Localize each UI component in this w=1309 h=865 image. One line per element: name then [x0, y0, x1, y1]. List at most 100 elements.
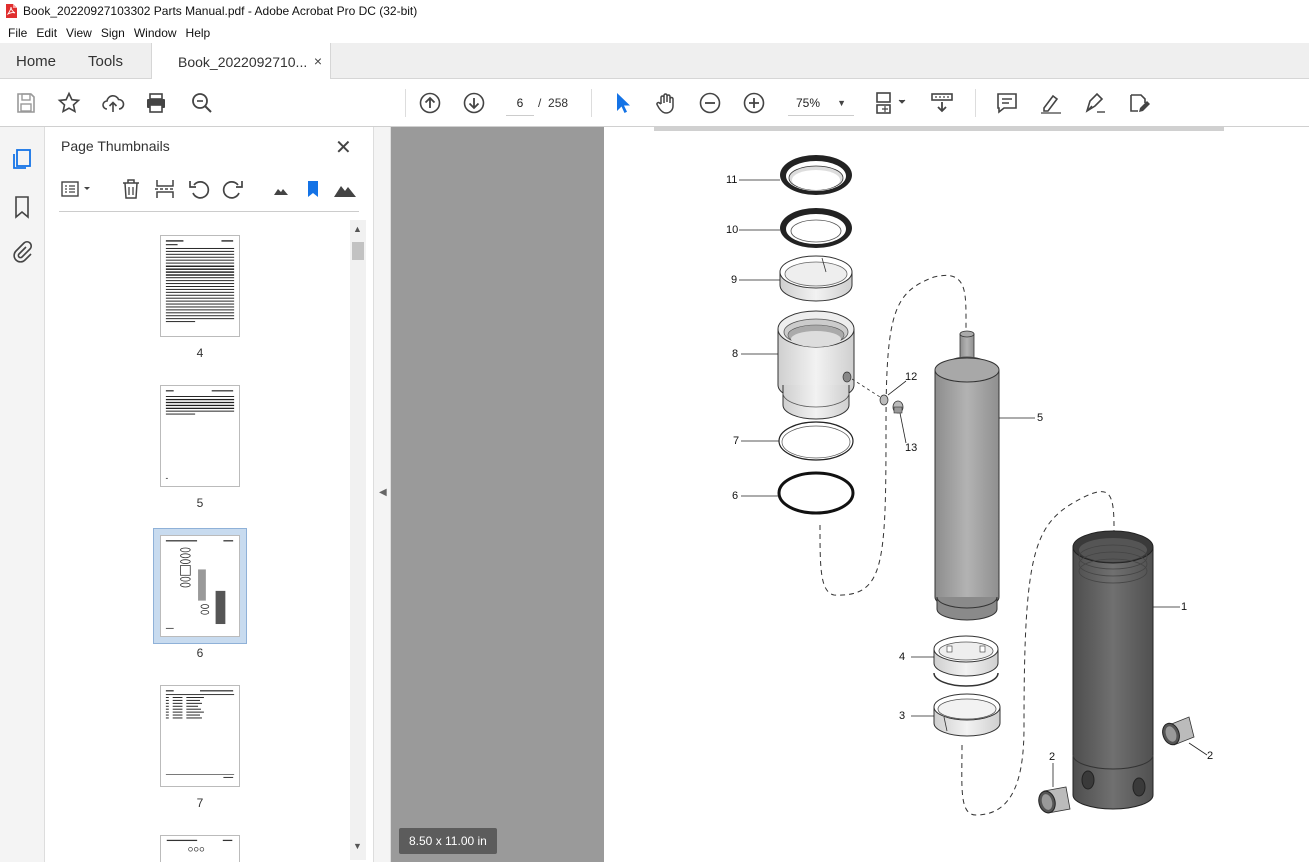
title-bar: Book_20220927103302 Parts Manual.pdf - A…	[0, 0, 1309, 22]
zoom-value: 75%	[796, 96, 821, 110]
callout-9: 9	[731, 274, 737, 286]
scroll-down-icon[interactable]: ▼	[353, 841, 362, 851]
hand-icon[interactable]	[654, 91, 678, 115]
part-12	[879, 394, 889, 406]
part-9	[779, 255, 853, 302]
tab-tools[interactable]: Tools	[88, 43, 123, 79]
thumbnails-panel: Page Thumbnails ✕ 4 5 6 7	[45, 127, 373, 862]
tab-bar: Home Tools Book_2022092710... ×	[0, 43, 1309, 80]
part-2	[1038, 786, 1071, 814]
panel-divider	[59, 211, 359, 212]
part-11	[780, 155, 852, 195]
callout-3: 3	[899, 710, 905, 722]
current-page-input[interactable]: 6	[506, 90, 534, 116]
thumbnail-label-7-text: 7	[196, 796, 204, 810]
callout-10: 10	[726, 224, 738, 236]
menu-window[interactable]: Window	[134, 26, 177, 40]
bookmark-blue-icon[interactable]	[301, 177, 325, 201]
callout-2a: 2	[1207, 750, 1213, 762]
delete-icon[interactable]	[119, 177, 143, 201]
scrollbar-thumb[interactable]	[352, 242, 364, 260]
scroll-up-icon[interactable]: ▲	[353, 224, 362, 234]
zoom-in-icon[interactable]	[742, 91, 766, 115]
upload-icon[interactable]	[101, 91, 125, 115]
page-total: / 258	[538, 90, 568, 116]
attachment-icon[interactable]	[10, 240, 34, 264]
highlight-icon[interactable]	[1039, 91, 1063, 115]
part-5	[934, 330, 1000, 621]
options-menu-icon[interactable]	[59, 177, 95, 201]
panel-title: Page Thumbnails	[61, 138, 170, 154]
comment-icon[interactable]	[995, 91, 1019, 115]
collapse-panel-icon[interactable]: ◀	[379, 487, 387, 498]
sign-icon[interactable]	[1083, 91, 1107, 115]
chevron-down-icon: ▼	[837, 98, 846, 108]
scroll-mode-icon[interactable]	[930, 91, 954, 115]
part-6	[777, 471, 855, 515]
select-arrow-icon[interactable]	[610, 91, 634, 115]
thumbnail-page-8[interactable]	[160, 835, 240, 862]
thumbnail-label-7: 7	[45, 796, 350, 810]
pdf-page: 11 10 9 8 12 13 7 6 5 4 3 1 2 2	[604, 127, 1309, 862]
page-down-icon[interactable]	[462, 91, 486, 115]
part-1	[1072, 530, 1154, 810]
rotate-left-icon[interactable]	[187, 177, 211, 201]
thumbnail-page-6[interactable]	[160, 535, 240, 637]
fit-page-icon[interactable]	[874, 91, 908, 115]
toolbar-separator	[975, 89, 976, 117]
page-thumbnails-icon[interactable]	[10, 147, 34, 171]
part-13	[892, 400, 904, 414]
callout-13: 13	[905, 442, 917, 454]
bookmark-icon[interactable]	[10, 195, 34, 219]
part-3	[933, 693, 1001, 737]
menu-file[interactable]: File	[8, 26, 27, 40]
close-icon[interactable]: ✕	[335, 135, 352, 160]
print-icon[interactable]	[144, 91, 168, 115]
thumbnail-page-4[interactable]	[160, 235, 240, 337]
mountain-small-icon[interactable]	[269, 177, 293, 201]
part-8	[777, 310, 855, 420]
edit-pdf-icon[interactable]	[1127, 91, 1151, 115]
tab-document[interactable]: Book_2022092710... ×	[151, 43, 331, 80]
callout-8: 8	[732, 348, 738, 360]
part-2	[1162, 716, 1195, 746]
page-up-icon[interactable]	[418, 91, 442, 115]
tab-close-button[interactable]: ×	[314, 53, 322, 69]
menu-view[interactable]: View	[66, 26, 92, 40]
tab-home[interactable]: Home	[16, 43, 56, 79]
thumbnail-page-5[interactable]	[160, 385, 240, 487]
part-10	[780, 208, 852, 248]
search-zoom-icon[interactable]	[190, 91, 214, 115]
thumbnail-page-7[interactable]	[160, 685, 240, 787]
left-rail	[0, 127, 45, 862]
callout-12: 12	[905, 371, 917, 383]
panel-splitter[interactable]: ◀	[373, 127, 391, 862]
thumbnail-label-6: 6	[196, 646, 204, 660]
callout-7: 7	[733, 435, 739, 447]
part-7	[778, 421, 854, 461]
save-icon[interactable]	[14, 91, 38, 115]
panel-toolbar	[59, 175, 359, 203]
menu-help[interactable]: Help	[186, 26, 211, 40]
callout-5: 5	[1037, 412, 1043, 424]
star-icon[interactable]	[57, 91, 81, 115]
menu-sign[interactable]: Sign	[101, 26, 125, 40]
window-title: Book_20220927103302 Parts Manual.pdf - A…	[23, 4, 418, 18]
menu-edit[interactable]: Edit	[36, 26, 57, 40]
toolbar-separator	[405, 89, 406, 117]
zoom-out-icon[interactable]	[698, 91, 722, 115]
extract-pages-icon[interactable]	[153, 177, 177, 201]
thumbnail-label-5: 5	[196, 496, 204, 510]
parts-diagram: 11 10 9 8 12 13 7 6 5 4 3 1 2 2	[726, 155, 1213, 816]
rotate-right-icon[interactable]	[221, 177, 245, 201]
page-total-count: 258	[548, 96, 569, 110]
callout-2b: 2	[1049, 751, 1055, 763]
page-top-rule	[654, 127, 1224, 131]
mountain-large-icon[interactable]	[333, 177, 357, 201]
callout-6: 6	[732, 490, 738, 502]
callout-1: 1	[1181, 601, 1187, 613]
thumbnail-list: 4 5 6 7	[45, 222, 350, 862]
callout-4: 4	[899, 651, 905, 663]
thumbnail-scrollbar[interactable]: ▲ ▼	[350, 220, 366, 860]
zoom-select[interactable]: 75% ▼	[788, 90, 854, 116]
